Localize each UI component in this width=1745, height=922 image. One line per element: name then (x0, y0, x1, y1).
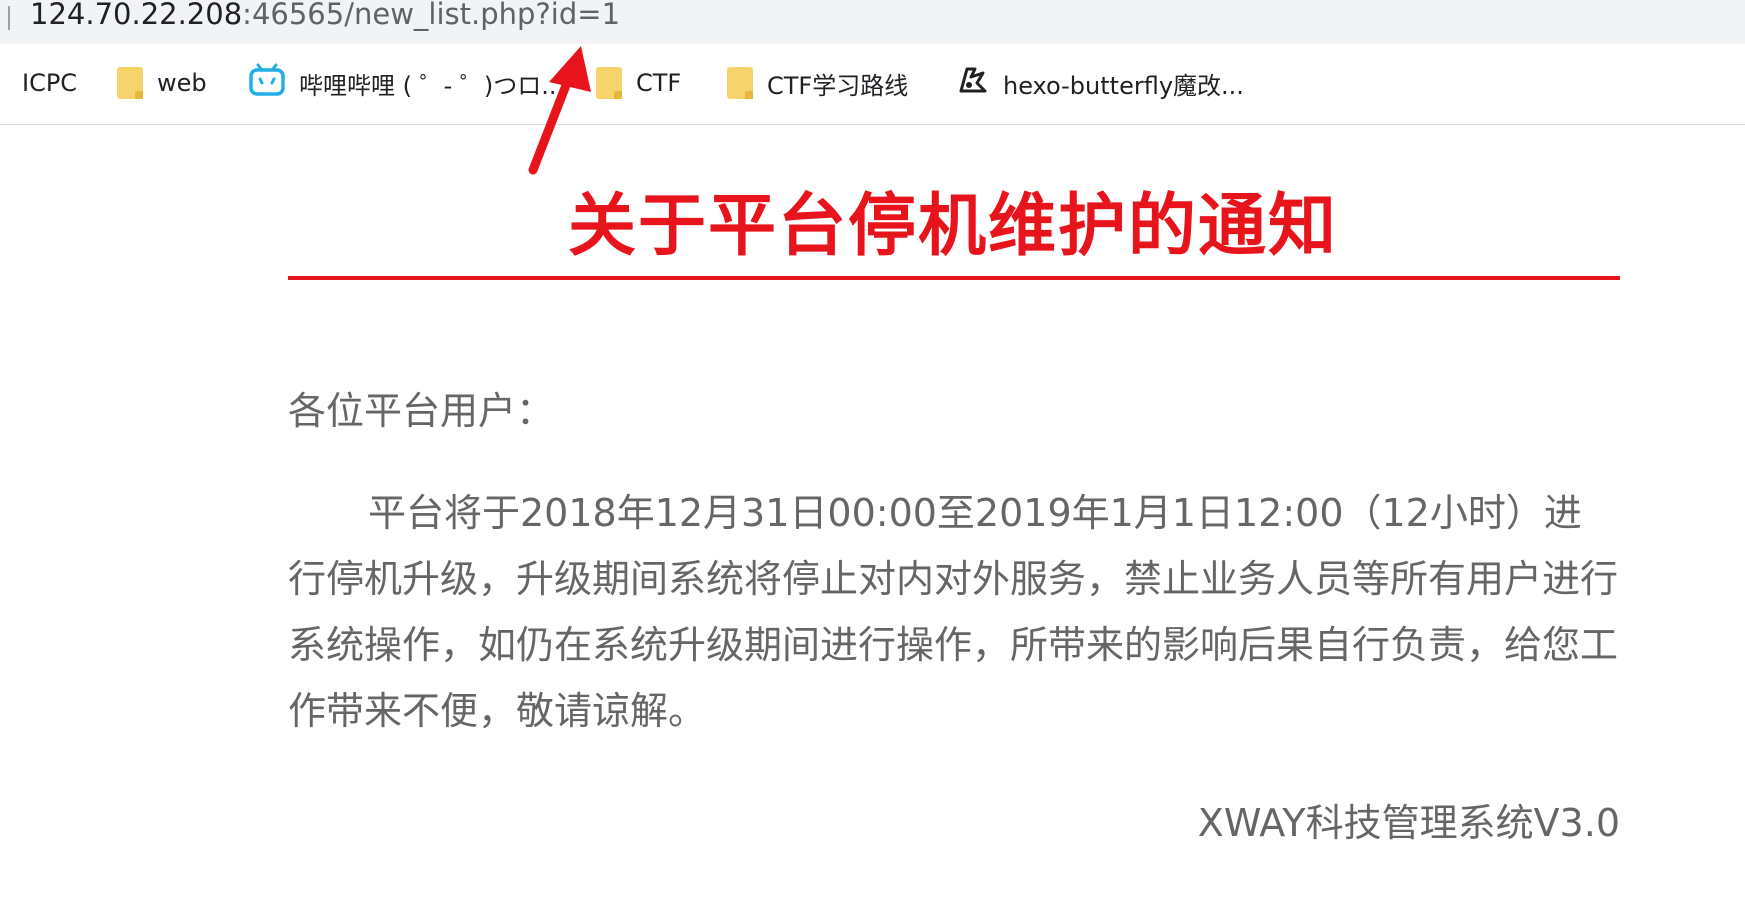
notice-body: 平台将于2018年12月31日00:00至2019年1月1日12:00（12小时… (288, 491, 1619, 733)
folder-icon (727, 67, 753, 99)
bookmark-web[interactable]: web (117, 63, 207, 103)
bookmark-bilibili[interactable]: 哔哩哔哩 ( ゜- ゜)つロ... (249, 63, 564, 103)
url-host: 124.70.22.208 (30, 0, 243, 31)
bookmark-ctf[interactable]: CTF (596, 63, 681, 103)
bookmark-label: 哔哩哔哩 ( ゜- ゜)つロ... (299, 71, 565, 100)
folder-icon (117, 67, 143, 99)
address-bar-separator (8, 6, 10, 30)
url-text[interactable]: 124.70.22.208:46565/new_list.php?id=1 (30, 0, 620, 34)
address-bar[interactable]: 124.70.22.208:46565/new_list.php?id=1 (0, 0, 1745, 45)
bilibili-icon (249, 63, 285, 103)
bookmark-ctf-learning-path[interactable]: CTF学习路线 (727, 63, 908, 103)
bookmark-icpc[interactable]: ICPC (22, 63, 77, 103)
bookmark-label: CTF (636, 69, 682, 97)
bookmarks-bar: ICPC web 哔哩哔哩 ( ゜- ゜)つロ... CTF CTF学习路线 h… (0, 44, 1745, 125)
notice-signature: XWAY科技管理系统V3.0 (1197, 801, 1620, 845)
bookmark-label: CTF学习路线 (767, 71, 909, 100)
folder-icon (596, 67, 622, 99)
bookmark-label: ICPC (22, 69, 78, 97)
bookmark-label: hexo-butterfly魔改... (1003, 71, 1244, 100)
notice-greeting: 各位平台用户： (288, 389, 555, 433)
url-path: :46565/new_list.php?id=1 (242, 0, 621, 31)
title-divider (288, 276, 1620, 280)
annotation-arrow-icon (528, 46, 591, 175)
bookmark-hexo-butterfly[interactable]: hexo-butterfly魔改... (955, 63, 1244, 103)
notice-title: 关于平台停机维护的通知 (567, 187, 1338, 266)
bookmark-label: web (157, 69, 207, 97)
hexo-butterfly-icon (955, 63, 989, 103)
